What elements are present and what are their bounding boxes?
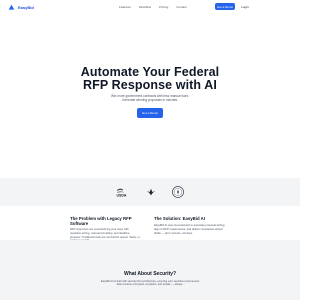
solution-text: EasyBid AI uses GenerativeAI to automate…	[154, 224, 226, 235]
hero-title: Automate Your Federal RFP Response with …	[0, 66, 300, 92]
air-force-logo-icon	[146, 188, 156, 196]
security-title: What About Security?	[123, 271, 177, 277]
agency-seal-icon	[172, 186, 184, 198]
security-text: EasyBid AI is built with security-first …	[100, 280, 200, 287]
brand[interactable]: EasyBid	[8, 4, 34, 11]
problem-title: The Problem with Legacy RFP Software	[70, 216, 132, 226]
brand-name: EasyBid	[18, 4, 34, 10]
nav-links: Features Workflow Pricing Contact	[119, 0, 187, 14]
nav-link-workflow[interactable]: Workflow	[139, 5, 151, 9]
hero-subtitle: Win more government contracts with less …	[110, 94, 190, 102]
hero-demo-button[interactable]: Get a Demo	[137, 108, 163, 118]
agency-logos-band: USDA	[0, 178, 300, 206]
usda-text: USDA	[117, 194, 127, 198]
hero-title-line-2: RFP Response with AI	[83, 78, 217, 92]
nav-link-features[interactable]: Features	[119, 5, 131, 9]
nav-demo-button[interactable]: Get a Demo	[215, 3, 235, 10]
logo-icon	[8, 4, 15, 10]
nav-link-contact[interactable]: Contact	[176, 5, 186, 9]
nav-link-pricing[interactable]: Pricing	[159, 5, 168, 9]
security-section	[0, 240, 300, 300]
login-button[interactable]: Login	[239, 3, 251, 10]
usda-logo-icon: USDA	[117, 188, 127, 198]
solution-title: The Solution: EasyBid AI	[154, 216, 205, 221]
